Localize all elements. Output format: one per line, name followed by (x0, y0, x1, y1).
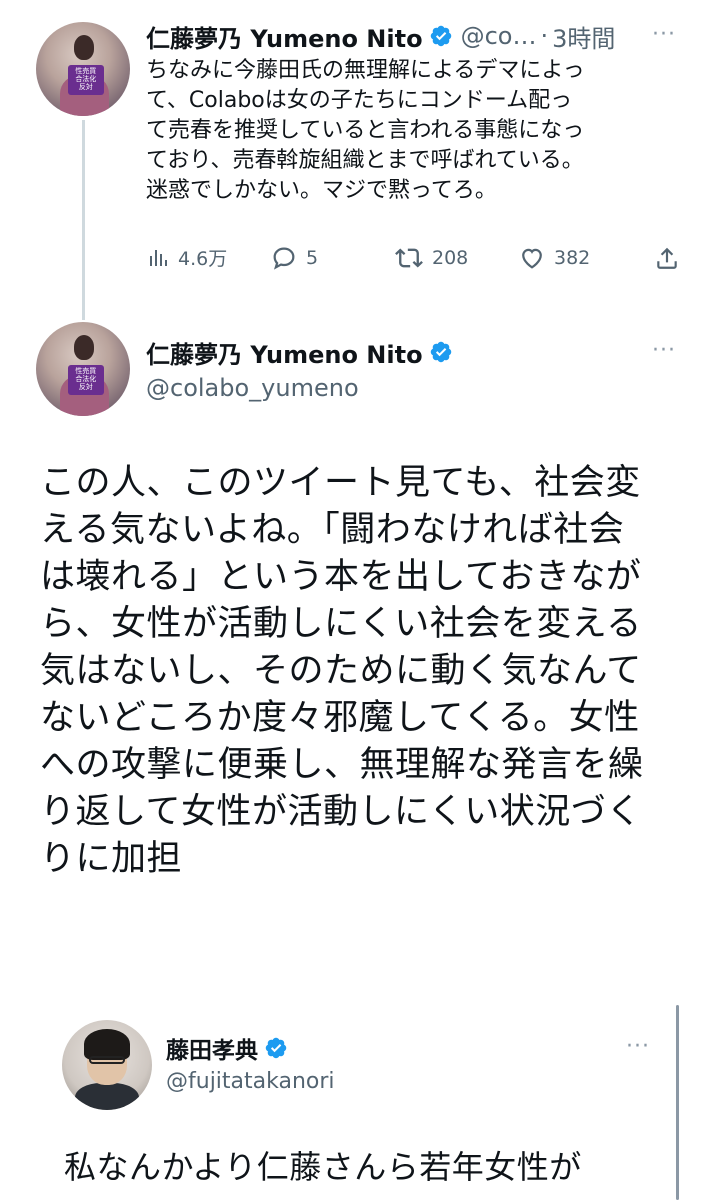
retweet-button[interactable]: 208 (394, 244, 468, 272)
verified-badge-icon (430, 25, 451, 47)
avatar-sign: 性売買 合法化 反対 (67, 65, 104, 96)
quoted-text: 私なんかより仁藤さんら若年女性が (64, 1148, 582, 1186)
avatar-hair (83, 1029, 131, 1060)
quoted-handle-row: @fujitatakanori (166, 1066, 335, 1096)
verified-badge-icon (430, 341, 451, 363)
more-options-icon[interactable]: ··· (652, 22, 676, 47)
display-name[interactable]: 仁藤夢乃 Yumeno Nito (146, 19, 423, 54)
retweet-count: 208 (432, 247, 469, 269)
display-name[interactable]: 仁藤夢乃 Yumeno Nito (146, 335, 423, 370)
tweet-header: 仁藤夢乃 Yumeno Nito (146, 335, 453, 370)
quoted-header: 藤田孝典 (166, 1032, 288, 1064)
avatar-glasses (89, 1056, 125, 1065)
views-icon (150, 249, 167, 266)
like-button[interactable]: 382 (518, 244, 590, 272)
tweet-text: ちなみに今藤田氏の無理解によるデマによっ て、Colaboは女の子たちにコンドー… (146, 58, 585, 203)
avatar[interactable]: 性売買 合法化 反対 (36, 22, 130, 116)
reply-icon (273, 247, 295, 270)
handle[interactable]: @co… (461, 22, 537, 50)
handle[interactable]: @colabo_yumeno (146, 374, 359, 402)
handle-row: @colabo_yumeno (146, 372, 359, 404)
avatar[interactable]: 性売買 合法化 反対 (36, 322, 130, 416)
like-count: 382 (554, 247, 591, 269)
avatar-head (73, 335, 95, 360)
timestamp[interactable]: 3時間 (552, 19, 615, 54)
reply-button[interactable]: 5 (270, 244, 318, 272)
more-options-icon[interactable]: ··· (626, 1034, 650, 1059)
tweet-actions: 4.6万 5 208 382 (146, 244, 686, 284)
avatar-head (73, 35, 95, 60)
verified-badge-icon (265, 1037, 287, 1059)
tweet-text: この人、このツイート見ても、社会変 える気ないよね。「闘わなければ社会 は壊れる… (40, 463, 644, 879)
share-icon (657, 247, 677, 269)
tweet-header: 仁藤夢乃 Yumeno Nito @co… · 3時間 (146, 19, 615, 54)
reply-count: 5 (306, 247, 319, 269)
quoted-avatar[interactable] (62, 1020, 152, 1110)
more-options-icon[interactable]: ··· (652, 338, 676, 363)
separator: · (540, 22, 549, 50)
thread-line (82, 120, 85, 320)
avatar-sign: 性売買 合法化 反対 (67, 365, 104, 396)
retweet-icon (395, 248, 423, 268)
like-heart-icon (522, 248, 542, 269)
quoted-display-name[interactable]: 藤田孝典 (166, 1031, 258, 1065)
scrollbar[interactable] (676, 1005, 679, 1200)
quoted-handle[interactable]: @fujitatakanori (166, 1069, 335, 1094)
views-count: 4.6万 (178, 248, 228, 270)
avatar-shirt (74, 1083, 140, 1110)
share-button[interactable] (654, 244, 688, 272)
views-button[interactable]: 4.6万 (146, 244, 227, 271)
